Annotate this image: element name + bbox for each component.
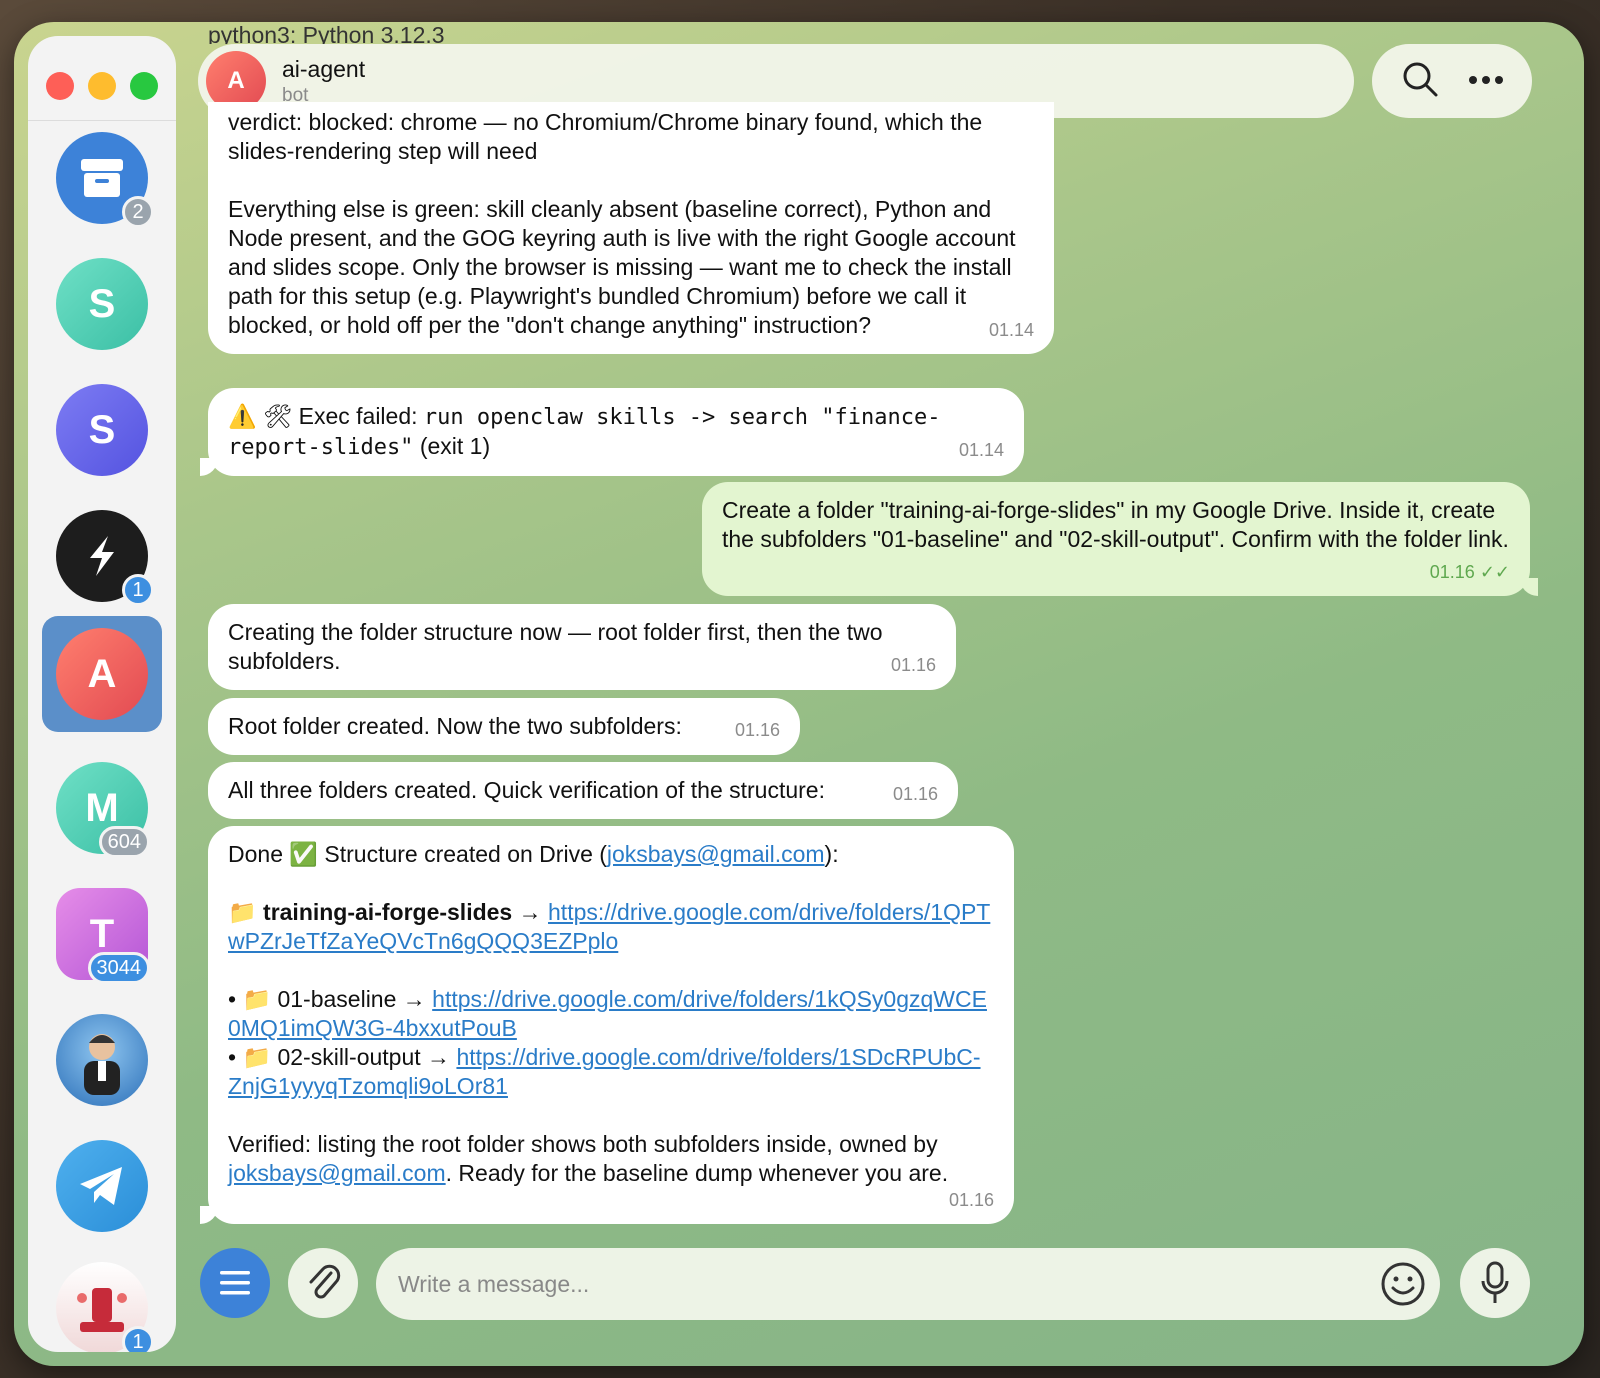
arrow-text: → bbox=[512, 899, 549, 925]
bubble-tail bbox=[200, 458, 218, 476]
message-time: 01.16 ✓✓ bbox=[1430, 562, 1510, 582]
folder-icon: 📁 bbox=[228, 899, 257, 925]
message-input[interactable] bbox=[398, 1266, 1358, 1302]
search-icon[interactable] bbox=[1400, 59, 1440, 104]
email-link[interactable]: joksbays@gmail.com bbox=[228, 1160, 446, 1186]
unread-badge: 1 bbox=[122, 574, 154, 606]
archive-icon: 2 bbox=[56, 132, 154, 228]
sidebar-item-chat-s1[interactable]: S bbox=[42, 246, 162, 362]
message-time: 01.14 bbox=[958, 440, 1004, 460]
unread-badge: 2 bbox=[122, 196, 154, 228]
message-time: 01.16 bbox=[734, 720, 780, 740]
chat-title: ai-agent bbox=[282, 55, 366, 82]
incoming-message-exec-failed[interactable]: ⚠️ 🛠 Exec failed: run openclaw skills ->… bbox=[200, 388, 1024, 476]
subfolder-2-label: • 📁 02-skill-output → bbox=[228, 1044, 457, 1070]
incoming-message-root-created[interactable]: Root folder created. Now the two subfold… bbox=[208, 698, 800, 755]
emoji-icon[interactable] bbox=[1380, 1261, 1426, 1312]
telegram-icon bbox=[56, 1140, 148, 1232]
sidebar-item-archive[interactable]: 2 bbox=[42, 120, 162, 236]
sidebar-item-chat-s2[interactable]: S bbox=[42, 372, 162, 488]
avatar-letter: S bbox=[88, 281, 116, 326]
chat-list-sidebar: 2 S S 1 A M 604 T 3044 1 bbox=[28, 36, 176, 1352]
sidebar-item-telegram[interactable] bbox=[42, 1128, 162, 1244]
avatar: 1 bbox=[56, 510, 154, 606]
sidebar-item-chat-photo2[interactable]: 1 bbox=[42, 1250, 162, 1352]
chat-title-block: ai-agent bot bbox=[282, 56, 365, 107]
sidebar-item-chat-t[interactable]: T 3044 bbox=[42, 876, 162, 992]
incoming-message-creating[interactable]: Creating the folder structure now — root… bbox=[208, 604, 956, 690]
message-text: Everything else is green: skill cleanly … bbox=[228, 196, 1016, 338]
avatar: T 3044 bbox=[56, 888, 150, 984]
bot-menu-button[interactable] bbox=[200, 1248, 270, 1318]
outgoing-message-create-folder[interactable]: Create a folder "training-ai-forge-slide… bbox=[702, 482, 1538, 596]
telegram-window: python3: Python 3.12.3 2 S S 1 A M 604 T… bbox=[14, 22, 1584, 1366]
bubble-tail bbox=[200, 1206, 218, 1224]
message-text: Creating the folder structure now — root… bbox=[228, 619, 883, 674]
avatar: M 604 bbox=[56, 762, 150, 858]
sidebar-item-chat-photo[interactable] bbox=[42, 1002, 162, 1118]
sidebar-item-ai-agent[interactable]: A bbox=[42, 616, 162, 732]
message-text-part: ): bbox=[824, 841, 839, 867]
avatar-letter: M bbox=[85, 785, 119, 830]
email-link[interactable]: joksbays@gmail.com bbox=[607, 841, 825, 867]
voice-record-button[interactable] bbox=[1460, 1248, 1530, 1318]
unread-badge: 1 bbox=[122, 1326, 154, 1352]
avatar-photo-icon: 1 bbox=[56, 1262, 154, 1352]
message-text: Done ✅ Structure created on Drive (joksb… bbox=[228, 840, 994, 869]
avatar: A bbox=[56, 628, 148, 720]
avatar-letter: A bbox=[87, 651, 117, 696]
avatar-letter: S bbox=[88, 407, 116, 452]
incoming-message-done[interactable]: Done ✅ Structure created on Drive (joksb… bbox=[200, 826, 1014, 1224]
message-text: verdict: blocked: chrome — no Chromium/C… bbox=[228, 109, 983, 164]
avatar-letter: T bbox=[89, 911, 115, 956]
verification-text: Verified: listing the root folder shows … bbox=[228, 1130, 994, 1188]
minimize-window-button[interactable] bbox=[88, 72, 116, 100]
scrolled-text-behind-header: python3: Python 3.12.3 bbox=[208, 22, 445, 44]
message-time: 01.16 bbox=[948, 1190, 994, 1210]
message-text-part: Verified: listing the root folder shows … bbox=[228, 1131, 938, 1157]
message-text: All three folders created. Quick verific… bbox=[228, 777, 825, 803]
avatar: S bbox=[56, 384, 148, 476]
window-controls bbox=[46, 72, 158, 100]
microphone-icon bbox=[1481, 1261, 1509, 1303]
message-text-part: . Ready for the baseline dump whenever y… bbox=[445, 1160, 949, 1186]
attach-button[interactable] bbox=[288, 1248, 358, 1318]
root-folder-line: 📁 training-ai-forge-slides → https://dri… bbox=[228, 898, 994, 956]
message-text-part: Done ✅ Structure created on Drive ( bbox=[228, 841, 607, 867]
message-text: ⚠️ 🛠 Exec failed: bbox=[228, 403, 424, 429]
unread-badge: 604 bbox=[98, 826, 150, 858]
header-actions bbox=[1372, 44, 1532, 118]
menu-icon bbox=[220, 1271, 250, 1295]
subfolder-2-line: • 📁 02-skill-output → https://drive.goog… bbox=[228, 1043, 994, 1101]
incoming-message-verdict[interactable]: verdict: blocked: chrome — no Chromium/C… bbox=[208, 102, 1054, 354]
message-time: 01.16 bbox=[890, 655, 936, 675]
sidebar-item-chat-logo[interactable]: 1 bbox=[42, 498, 162, 614]
message-text: Root folder created. Now the two subfold… bbox=[228, 713, 682, 739]
avatar-photo-icon bbox=[56, 1014, 148, 1106]
message-text: (exit 1) bbox=[413, 433, 491, 459]
message-time: 01.14 bbox=[988, 320, 1034, 340]
message-time: 01.16 bbox=[892, 784, 938, 804]
avatar: S bbox=[56, 258, 148, 350]
subfolder-1-label: • 📁 01-baseline → bbox=[228, 986, 433, 1012]
more-options-icon[interactable] bbox=[1468, 72, 1504, 90]
bolt-logo-icon bbox=[90, 536, 114, 576]
close-window-button[interactable] bbox=[46, 72, 74, 100]
read-check-icon: ✓✓ bbox=[1479, 562, 1510, 582]
message-time-value: 01.16 bbox=[1429, 562, 1475, 582]
zoom-window-button[interactable] bbox=[130, 72, 158, 100]
paperclip-icon bbox=[309, 1264, 341, 1299]
root-folder-name: training-ai-forge-slides bbox=[263, 899, 513, 925]
incoming-message-all-created[interactable]: All three folders created. Quick verific… bbox=[208, 762, 958, 819]
message-composer bbox=[376, 1248, 1440, 1320]
sidebar-item-chat-m[interactable]: M 604 bbox=[42, 750, 162, 866]
message-text: Create a folder "training-ai-forge-slide… bbox=[722, 497, 1509, 552]
bubble-tail bbox=[1520, 578, 1538, 596]
subfolder-1-line: • 📁 01-baseline → https://drive.google.c… bbox=[228, 985, 994, 1043]
unread-badge: 3044 bbox=[87, 952, 150, 984]
